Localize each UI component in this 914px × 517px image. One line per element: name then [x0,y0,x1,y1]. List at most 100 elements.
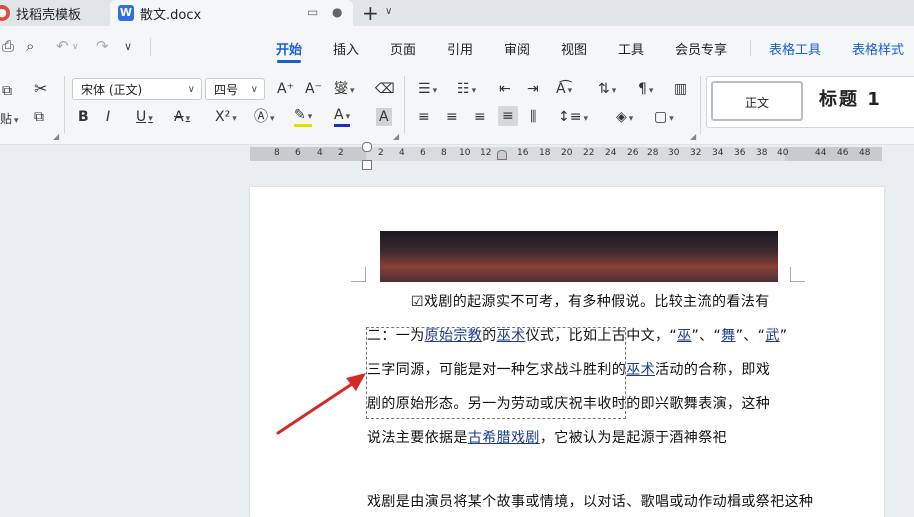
highlight-icon[interactable]: ✎ ▾ [294,108,313,127]
horizontal-ruler[interactable]: 8 6 4 2 2 4 6 8 10 12 16 18 20 22 24 26 … [250,147,882,161]
underline-button[interactable]: U ▾ [136,108,153,128]
borders-icon[interactable]: ▢ ▾ [654,108,674,128]
ruler-tick: 12 [480,148,492,158]
undo-dropdown-icon[interactable]: ∨ [72,42,79,52]
align-center-icon[interactable]: ≡ [446,108,458,126]
text: ”、“ [735,328,766,344]
paragraph-line[interactable]: ☑戏剧的起源实不可考，有多种假说。比较主流的看法有 [367,291,797,311]
paragraph-line[interactable]: 说法主要依据是古希腊戏剧，它被认为是起源于酒神祭祀 [367,427,797,447]
divider [150,38,151,56]
menu-references[interactable]: 引用 [447,39,473,58]
ruler-tick: 8 [274,148,280,158]
link-greek-drama[interactable]: 古希腊戏剧 [468,430,540,446]
char-shading-icon[interactable]: A [376,108,392,126]
columns-icon[interactable]: ▥ [674,80,687,98]
align-right-icon[interactable]: ≡ [474,108,486,126]
divider [404,76,405,134]
font-shrink-button[interactable]: A⁻ [305,80,322,98]
monitor-icon[interactable]: ▭ [307,5,318,19]
shading-icon[interactable]: ◈ ▾ [616,108,633,128]
undo-icon[interactable]: ↶ [56,37,69,55]
ruler-tick: 40 [777,148,789,158]
copy-icon[interactable]: ⧉ [34,108,44,126]
text: ” [779,328,788,344]
strikethrough-button[interactable]: A ▾ [174,108,190,128]
menu-tools[interactable]: 工具 [618,39,644,58]
text: ”、“ [691,328,722,344]
paragraph-line[interactable]: 戏剧是由演员将某个故事或情境，以对话、歌唱或动作动楫或祭祀这种 [367,491,867,511]
ruler-tick: 22 [583,148,595,158]
line-spacing-icon[interactable]: ↕≡ ▾ [558,108,588,128]
decrease-indent-icon[interactable]: ⇤ [499,80,511,98]
superscript-button[interactable]: X² ▾ [215,108,237,128]
divider [750,40,751,56]
sort-icon[interactable]: ⇅ ▾ [598,80,616,100]
ruler-tick: 4 [399,148,405,158]
numbering-icon[interactable]: ☷ ▾ [457,80,476,100]
link-dance[interactable]: 舞 [721,328,735,344]
ruler-tick: 2 [338,148,344,158]
ruler-tick: 46 [837,148,849,158]
new-tab-button[interactable]: + [362,1,379,25]
table-column-marker[interactable] [497,150,507,160]
style-heading-1[interactable]: 标题 1 [819,85,882,111]
cut-icon[interactable]: ✂ [34,80,47,98]
margin-corner [790,267,805,282]
link-wu[interactable]: 巫 [677,328,691,344]
phonetic-guide-icon[interactable]: 燮 ▾ [334,80,355,100]
redo-icon[interactable]: ↷ [96,37,109,55]
menu-home[interactable]: 开始 [276,39,302,63]
ruler-tick: 34 [712,148,724,158]
increase-indent-icon[interactable]: ⇥ [527,80,539,98]
dialog-launcher-icon[interactable]: ◢ [393,128,399,146]
dialog-launcher-icon[interactable]: ◢ [53,128,59,146]
divider [700,76,701,134]
ruler-tick: 20 [561,148,573,158]
ruler-tick: 18 [539,148,551,158]
tab-list-chevron-icon[interactable]: ∨ [385,6,392,17]
link-martial[interactable]: 武 [765,328,779,344]
tab-document[interactable]: W 散文.docx ▭ ● [110,0,353,26]
menu-view[interactable]: 视图 [561,39,587,58]
menu-insert[interactable]: 插入 [333,39,359,58]
header-image[interactable] [380,231,778,282]
menu-table-tools[interactable]: 表格工具 [769,39,821,58]
style-normal[interactable]: 正文 [711,81,803,121]
font-color-icon[interactable]: A ▾ [334,108,351,127]
font-name-select[interactable]: 宋体 (正文) ∨ [72,78,202,100]
italic-button[interactable]: I [106,108,110,126]
menu-member[interactable]: 会员专享 [675,39,727,58]
print-preview-icon[interactable]: ⌕ [26,37,34,55]
distributed-icon[interactable]: ⫼ [530,108,536,126]
wps-logo-icon: ● [0,5,10,21]
font-size-select[interactable]: 四号 ∨ [205,78,265,100]
tab-templates[interactable]: ● 找稻壳模板 [0,0,108,26]
table-cell-boundary[interactable] [366,327,626,419]
bullets-icon[interactable]: ☰ ▾ [418,80,437,100]
menu-review[interactable]: 审阅 [504,39,530,58]
left-indent-handle[interactable] [362,160,372,170]
document-page[interactable]: ☑戏剧的起源实不可考，有多种假说。比较主流的看法有 二：一为原始宗教的巫术仪式，… [250,187,884,517]
font-grow-button[interactable]: A⁺ [277,80,294,98]
ruler-tick: 24 [605,148,617,158]
align-left-icon[interactable]: ≡ [418,108,430,126]
first-line-indent-handle[interactable] [362,142,372,152]
text-direction-icon[interactable]: A͡ ▾ [556,80,572,100]
ruler-tick: 2 [378,148,384,158]
link-witchcraft[interactable]: 巫术 [626,362,655,378]
clear-format-icon[interactable]: ⌫ [375,80,395,98]
unsaved-dot-icon[interactable]: ● [332,5,342,19]
font-size-value: 四号 [214,83,239,97]
text-effect-icon[interactable]: Ⓐ ▾ [254,108,275,128]
bold-button[interactable]: B [78,108,89,126]
justify-icon[interactable]: ≡ [498,106,518,126]
menu-bar: ⎙ ⌕ ↶ ∨ ↷ ∨ 开始 插入 页面 引用 审阅 视图 工具 会员专享 表格… [0,26,914,68]
menu-page[interactable]: 页面 [390,39,416,58]
dialog-launcher-icon[interactable]: ◢ [690,128,696,146]
menu-table-styles[interactable]: 表格样式 [852,39,904,58]
paste-icon[interactable]: ⧉ [2,82,12,100]
print-icon[interactable]: ⎙ [2,37,14,55]
paste-label[interactable]: 贴 ▾ [0,110,19,130]
show-marks-icon[interactable]: ¶ ▾ [638,80,653,100]
more-chevron-icon[interactable]: ∨ [124,40,132,53]
